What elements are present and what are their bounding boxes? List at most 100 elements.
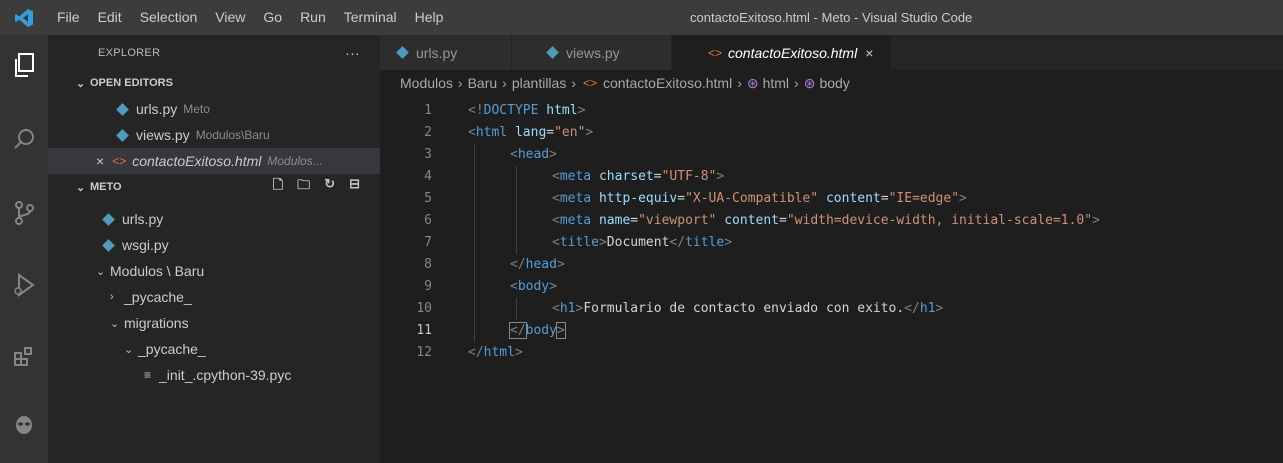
- close-icon[interactable]: ×: [865, 45, 873, 61]
- folder-name: _pycache_: [138, 341, 206, 357]
- tab-label: views.py: [566, 44, 620, 61]
- folder-tree-item[interactable]: ⌄ Modulos \ Baru: [48, 258, 380, 284]
- open-editors-section[interactable]: ⌄ OPEN EDITORS: [48, 70, 380, 96]
- chevron-down-icon: ⌄: [76, 77, 86, 90]
- code-token: <: [552, 301, 560, 316]
- menu-go[interactable]: Go: [254, 0, 291, 35]
- explorer-title: EXPLORER: [98, 46, 161, 59]
- file-tree-item[interactable]: ≡ _init_.cpython-39.pyc: [48, 362, 380, 388]
- menu-view[interactable]: View: [206, 0, 254, 35]
- file-tree-item[interactable]: wsgi.py: [48, 232, 380, 258]
- collapse-all-icon[interactable]: ⊟: [349, 176, 360, 198]
- code-token: title: [559, 235, 599, 250]
- breadcrumb-item[interactable]: Modulos: [400, 75, 453, 91]
- code-token: DOCTYPE: [483, 103, 539, 118]
- menu-terminal[interactable]: Terminal: [335, 0, 406, 35]
- open-editor-item[interactable]: views.py Modulos\Baru: [48, 122, 380, 148]
- menu-bar: File Edit Selection View Go Run Terminal Help: [48, 0, 452, 35]
- run-debug-icon[interactable]: [10, 271, 38, 299]
- code-token: "UTF-8": [661, 169, 717, 184]
- activity-bar: [0, 35, 48, 463]
- code-line[interactable]: 8 </head>: [380, 254, 1283, 276]
- folder-actions: 🗋 🗀 ↻ ⊟: [273, 176, 380, 198]
- code-editor[interactable]: 1 <!DOCTYPE html> 2 <html lang="en"> 3 <head>…: [380, 96, 1283, 463]
- meto-folder-section[interactable]: ⌄ METO 🗋 🗀 ↻ ⊟: [48, 174, 380, 200]
- line-number: 5: [424, 191, 432, 206]
- search-icon[interactable]: [10, 125, 38, 153]
- editor-tabs: urls.py views.py <> contactoExitoso.html…: [380, 35, 1283, 70]
- breadcrumb-item[interactable]: plantillas: [512, 75, 566, 91]
- menu-file[interactable]: File: [48, 0, 89, 35]
- breadcrumb-item[interactable]: contactoExitoso.html: [603, 75, 732, 91]
- explorer-icon[interactable]: [10, 51, 38, 79]
- folder-tree-item[interactable]: › _pycache_: [48, 284, 380, 310]
- code-token: charset: [598, 169, 654, 184]
- line-number: 12: [416, 345, 432, 360]
- python-file-icon: [396, 46, 409, 59]
- code-token: =: [677, 191, 686, 206]
- open-editor-desc: Modulos...: [267, 154, 323, 168]
- code-token: <: [552, 169, 560, 184]
- code-content: <h1>Formulario de contacto enviado con e…: [552, 298, 943, 320]
- code-token: >: [556, 257, 565, 272]
- line-number: 8: [424, 257, 432, 272]
- code-token: "width=device-width, initial-scale=1.0": [786, 213, 1093, 228]
- breadcrumb-item[interactable]: body: [819, 75, 849, 91]
- element-icon: ⊛: [803, 74, 816, 91]
- open-editor-name: contactoExitoso.html: [132, 153, 262, 169]
- menu-edit[interactable]: Edit: [89, 0, 131, 35]
- python-file-icon: [116, 102, 129, 116]
- code-token: html: [475, 125, 508, 140]
- source-control-icon[interactable]: [10, 199, 38, 227]
- code-line[interactable]: 2 <html lang="en">: [380, 122, 1283, 144]
- file-tree-item[interactable]: urls.py: [48, 206, 380, 232]
- close-icon[interactable]: ×: [96, 153, 104, 169]
- breadcrumb-item[interactable]: Baru: [468, 75, 498, 91]
- tab-contacto-exitoso[interactable]: <> contactoExitoso.html ×: [672, 35, 893, 70]
- extensions-icon[interactable]: [10, 343, 38, 371]
- code-token: >: [724, 235, 733, 250]
- more-actions-icon[interactable]: ···: [345, 45, 360, 61]
- code-line[interactable]: 1 <!DOCTYPE html>: [380, 100, 1283, 122]
- open-editor-item[interactable]: urls.py Meto: [48, 96, 380, 122]
- chevron-down-icon: ⌄: [96, 265, 106, 278]
- new-folder-icon[interactable]: 🗀: [297, 176, 310, 198]
- folder-label: METO: [90, 181, 122, 193]
- title-bar: File Edit Selection View Go Run Terminal Help c…: [0, 0, 1283, 35]
- code-content: <meta name="viewport" content="width=dev…: [552, 210, 1100, 232]
- code-line[interactable]: 11 </body>: [380, 320, 1283, 342]
- code-content: </head>: [510, 254, 565, 276]
- chevron-right-icon: ›: [110, 291, 114, 303]
- alien-icon[interactable]: [10, 411, 38, 439]
- tab-urls-py[interactable]: urls.py: [380, 35, 512, 70]
- code-line[interactable]: 9 <body>: [380, 276, 1283, 298]
- indent-guide: [516, 298, 517, 320]
- code-token: <: [552, 191, 560, 206]
- code-token: >: [935, 301, 944, 316]
- line-number: 9: [424, 279, 432, 294]
- code-line[interactable]: 12 </html>: [380, 342, 1283, 364]
- code-content: </html>: [468, 342, 523, 364]
- line-number: 6: [424, 213, 432, 228]
- menu-run[interactable]: Run: [291, 0, 335, 35]
- new-file-icon[interactable]: 🗋: [273, 176, 283, 198]
- refresh-icon[interactable]: ↻: [324, 176, 335, 198]
- menu-help[interactable]: Help: [406, 0, 453, 35]
- code-token: =: [880, 191, 889, 206]
- code-token: content: [825, 191, 881, 206]
- file-name: wsgi.py: [122, 237, 169, 253]
- folder-tree-item[interactable]: ⌄ _pycache_: [48, 336, 380, 362]
- code-token: meta: [559, 191, 592, 206]
- html-file-icon: <>: [583, 76, 598, 90]
- code-token: =: [630, 213, 639, 228]
- tab-views-py[interactable]: views.py: [512, 35, 672, 70]
- line-number: 10: [416, 301, 432, 316]
- breadcrumb-item[interactable]: html: [763, 75, 789, 91]
- tab-label: urls.py: [416, 44, 458, 61]
- menu-selection[interactable]: Selection: [131, 0, 207, 35]
- folder-tree-item[interactable]: ⌄ migrations: [48, 310, 380, 336]
- open-editor-item[interactable]: × <> contactoExitoso.html Modulos...: [48, 148, 380, 174]
- folder-name: Modulos \ Baru: [110, 263, 205, 279]
- code-token: =: [546, 125, 555, 140]
- code-line[interactable]: 3 <head>: [380, 144, 1283, 166]
